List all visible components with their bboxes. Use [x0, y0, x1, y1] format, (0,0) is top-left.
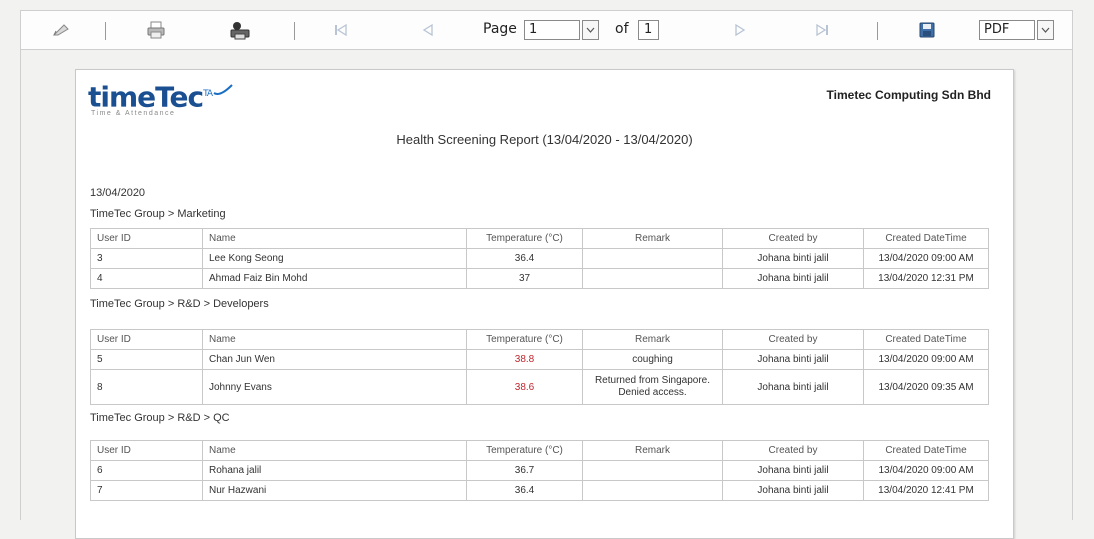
table-row: 7 Nur Hazwani 36.4 Johana binti jalil 13/04/…: [90, 480, 989, 501]
cell-remark: [582, 248, 723, 269]
toolbar-separator: [294, 22, 295, 40]
cell-name: Rohana jalil: [202, 460, 467, 481]
page-dropdown-button[interactable]: [582, 20, 599, 40]
cell-created-at: 13/04/2020 09:00 AM: [863, 349, 989, 370]
toolbar-separator: [877, 22, 878, 40]
column-header: Created by: [722, 228, 864, 249]
report-date: 13/04/2020: [90, 187, 146, 199]
cell-created-by: Johana binti jalil: [722, 480, 864, 501]
chevron-down-icon: [1041, 27, 1050, 33]
page-label: Page: [483, 21, 517, 37]
cell-created-by: Johana binti jalil: [722, 460, 864, 481]
cell-created-by: Johana binti jalil: [722, 369, 864, 405]
cell-created-at: 13/04/2020 09:00 AM: [863, 248, 989, 269]
cell-created-by: Johana binti jalil: [722, 248, 864, 269]
table-row: 5 Chan Jun Wen 38.8 coughing Johana binti ja…: [90, 349, 989, 370]
cell-remark: Returned from Singapore. Denied access.: [582, 369, 723, 405]
column-header: Temperature (°C): [466, 228, 583, 249]
cell-name: Lee Kong Seong: [202, 248, 467, 269]
cell-created-at: 13/04/2020 09:00 AM: [863, 460, 989, 481]
export-format-dropdown-button[interactable]: [1037, 20, 1054, 40]
cell-id: 5: [90, 349, 203, 370]
table-header-row: User ID Name Temperature (°C) Remark Created…: [90, 329, 989, 350]
column-header: User ID: [90, 228, 203, 249]
cell-temp: 36.4: [466, 480, 583, 501]
column-header: Temperature (°C): [466, 329, 583, 350]
export-format-select[interactable]: PDF: [979, 20, 1035, 40]
next-page-icon[interactable]: [729, 11, 751, 49]
logo-text: timeTec: [88, 80, 204, 114]
column-header: Name: [202, 228, 467, 249]
chevron-down-icon: [586, 27, 595, 33]
cell-created-at: 13/04/2020 09:35 AM: [863, 369, 989, 405]
cell-created-by: Johana binti jalil: [722, 268, 864, 289]
column-header: Remark: [582, 329, 723, 350]
total-pages-field: 1: [638, 20, 659, 40]
edit-icon[interactable]: [49, 11, 73, 49]
print-icon[interactable]: [143, 11, 169, 49]
cell-temp: 37: [466, 268, 583, 289]
cell-name: Nur Hazwani: [202, 480, 467, 501]
logo-check-icon: [213, 84, 233, 95]
column-header: Created DateTime: [863, 329, 989, 350]
cell-id: 4: [90, 268, 203, 289]
column-header: User ID: [90, 329, 203, 350]
report-toolbar: Page 1 of 1 PDF: [20, 10, 1073, 50]
toolbar-separator: [105, 22, 106, 40]
column-header: Name: [202, 329, 467, 350]
cell-temp: 38.8: [466, 349, 583, 370]
cell-created-at: 13/04/2020 12:41 PM: [863, 480, 989, 501]
column-header: Temperature (°C): [466, 440, 583, 461]
group-label: TimeTec Group > Marketing: [90, 208, 226, 220]
cell-id: 6: [90, 460, 203, 481]
column-header: Created DateTime: [863, 228, 989, 249]
cell-remark: [582, 268, 723, 289]
column-header: Created DateTime: [863, 440, 989, 461]
cell-remark: [582, 460, 723, 481]
column-header: Remark: [582, 228, 723, 249]
group-table: User ID Name Temperature (°C) Remark Created…: [90, 228, 989, 289]
group-table: User ID Name Temperature (°C) Remark Created…: [90, 329, 989, 405]
page-number-input[interactable]: 1: [524, 20, 580, 40]
cell-remark: [582, 480, 723, 501]
cell-name: Chan Jun Wen: [202, 349, 467, 370]
table-header-row: User ID Name Temperature (°C) Remark Created…: [90, 440, 989, 461]
cell-name: Johnny Evans: [202, 369, 467, 405]
cell-temp: 36.7: [466, 460, 583, 481]
cell-name: Ahmad Faiz Bin Mohd: [202, 268, 467, 289]
cell-id: 3: [90, 248, 203, 269]
column-header: Created by: [722, 440, 864, 461]
first-page-icon[interactable]: [330, 11, 352, 49]
table-row: 3 Lee Kong Seong 36.4 Johana binti jalil 13/…: [90, 248, 989, 269]
last-page-icon[interactable]: [811, 11, 833, 49]
column-header: Name: [202, 440, 467, 461]
cell-temp: 36.4: [466, 248, 583, 269]
logo-superscript: TA: [203, 89, 213, 99]
of-label: of: [615, 21, 629, 37]
company-name: Timetec Computing Sdn Bhd: [826, 88, 991, 102]
table-row: 6 Rohana jalil 36.7 Johana binti jalil 13/04…: [90, 460, 989, 481]
group-label: TimeTec Group > R&D > QC: [90, 412, 230, 424]
column-header: User ID: [90, 440, 203, 461]
cell-temp: 38.6: [466, 369, 583, 405]
group-table: User ID Name Temperature (°C) Remark Created…: [90, 440, 989, 501]
prev-page-icon[interactable]: [417, 11, 439, 49]
table-header-row: User ID Name Temperature (°C) Remark Created…: [90, 228, 989, 249]
save-icon[interactable]: [915, 11, 939, 49]
cell-id: 8: [90, 369, 203, 405]
column-header: Remark: [582, 440, 723, 461]
report-title: Health Screening Report (13/04/2020 - 13…: [396, 132, 693, 147]
print-setup-icon[interactable]: [227, 11, 253, 49]
group-label: TimeTec Group > R&D > Developers: [90, 298, 269, 310]
table-row: 4 Ahmad Faiz Bin Mohd 37 Johana binti jalil…: [90, 268, 989, 289]
cell-created-by: Johana binti jalil: [722, 349, 864, 370]
cell-id: 7: [90, 480, 203, 501]
column-header: Created by: [722, 329, 864, 350]
cell-created-at: 13/04/2020 12:31 PM: [863, 268, 989, 289]
table-row: 8 Johnny Evans 38.6 Returned from Singapore…: [90, 369, 989, 405]
report-page: timeTecTA Time & Attendance Timetec Comp…: [75, 69, 1014, 539]
cell-remark: coughing: [582, 349, 723, 370]
timetec-logo: timeTecTA Time & Attendance: [88, 79, 234, 117]
